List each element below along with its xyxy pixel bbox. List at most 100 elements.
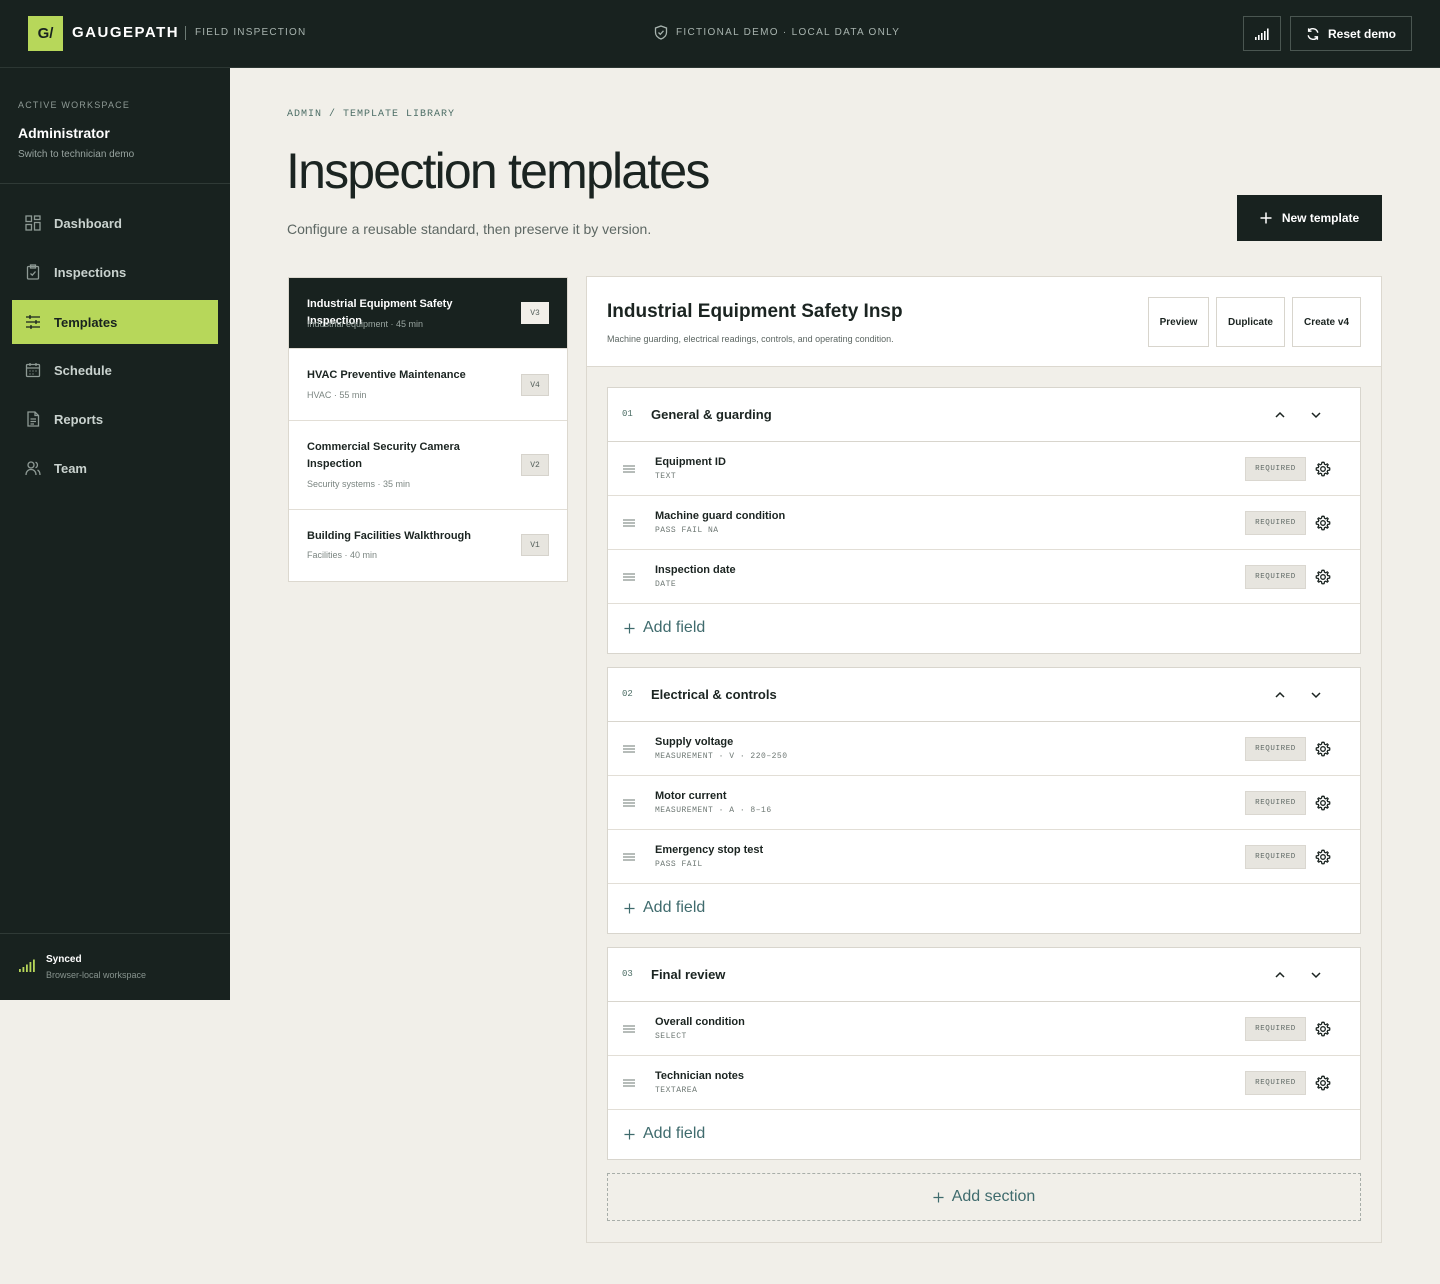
demo-notice-text: FICTIONAL DEMO · LOCAL DATA ONLY (676, 27, 901, 38)
chevron-up-icon[interactable] (1272, 687, 1288, 703)
sidebar-item-label: Inspections (54, 264, 127, 280)
template-meta: Security systems · 35 min (307, 479, 411, 489)
gear-icon[interactable] (1315, 515, 1331, 531)
template-item-hvac[interactable]: HVAC Preventive Maintenance HVAC · 55 mi… (289, 349, 567, 421)
switch-workspace-link[interactable]: Switch to technician demo (18, 149, 134, 160)
sidebar: ACTIVE WORKSPACE Administrator Switch to… (0, 68, 230, 1000)
preview-button[interactable]: Preview (1148, 297, 1209, 347)
sidebar-item-team[interactable]: Team (12, 446, 218, 490)
version-badge: V1 (521, 534, 549, 556)
section-header: 02 Electrical & controls (608, 668, 1360, 722)
template-item-industrial[interactable]: Industrial Equipment Safety Inspection I… (289, 278, 567, 349)
new-template-button[interactable]: New template (1237, 195, 1382, 241)
template-meta: Facilities · 40 min (307, 550, 378, 560)
section-number: 03 (622, 969, 633, 979)
page-subtitle: Configure a reusable standard, then pres… (287, 221, 652, 237)
drag-handle-icon[interactable] (623, 743, 635, 755)
sidebar-footer-divider (0, 933, 230, 934)
section-header: 03 Final review (608, 948, 1360, 1002)
add-field-button[interactable]: Add field (608, 1110, 1360, 1158)
page-title: Inspection templates (286, 143, 710, 199)
section-general-guarding: 01 General & guarding Equipment ID TEXT … (607, 387, 1361, 654)
required-badge[interactable]: REQUIRED (1245, 737, 1306, 761)
logo: G/ (28, 16, 63, 51)
sidebar-item-label: Team (54, 460, 87, 476)
sidebar-item-inspections[interactable]: Inspections (12, 250, 218, 294)
version-badge: V4 (521, 374, 549, 396)
new-template-label: New template (1281, 211, 1360, 225)
duplicate-button[interactable]: Duplicate (1216, 297, 1285, 347)
template-item-building-facilities[interactable]: Building Facilities Walkthrough Faciliti… (289, 510, 567, 581)
field-row[interactable]: Supply voltage MEASUREMENT · V · 220–250… (608, 722, 1360, 776)
add-field-button[interactable]: Add field (608, 884, 1360, 932)
section-title[interactable]: Electrical & controls (651, 687, 777, 702)
section-title[interactable]: Final review (651, 967, 725, 982)
drag-handle-icon[interactable] (623, 517, 635, 529)
plus-icon (624, 1128, 635, 1140)
required-badge[interactable]: REQUIRED (1245, 791, 1306, 815)
field-row[interactable]: Inspection date DATE REQUIRED (608, 550, 1360, 604)
editor-title[interactable]: Industrial Equipment Safety Insp (607, 301, 927, 325)
gear-icon[interactable] (1315, 849, 1331, 865)
sidebar-item-dashboard[interactable]: Dashboard (12, 201, 218, 245)
field-name: Inspection date (655, 564, 736, 576)
add-field-button[interactable]: Add field (608, 604, 1360, 652)
drag-handle-icon[interactable] (623, 797, 635, 809)
gear-icon[interactable] (1315, 1021, 1331, 1037)
required-badge[interactable]: REQUIRED (1245, 511, 1306, 535)
calendar-icon (25, 363, 41, 378)
chevron-down-icon[interactable] (1308, 687, 1324, 703)
version-badge: V3 (521, 302, 549, 324)
sidebar-item-templates[interactable]: Templates (12, 300, 218, 344)
section-title[interactable]: General & guarding (651, 407, 772, 422)
field-name: Technician notes (655, 1070, 745, 1082)
field-row[interactable]: Technician notes TEXTAREA REQUIRED (608, 1056, 1360, 1110)
field-row[interactable]: Equipment ID TEXT REQUIRED (608, 442, 1360, 496)
chevron-down-icon[interactable] (1308, 407, 1324, 423)
field-type: MEASUREMENT · A · 8–16 (655, 806, 772, 815)
drag-handle-icon[interactable] (623, 1077, 635, 1089)
field-row[interactable]: Machine guard condition PASS FAIL NA REQ… (608, 496, 1360, 550)
gear-icon[interactable] (1315, 1075, 1331, 1091)
drag-handle-icon[interactable] (623, 463, 635, 475)
drag-handle-icon[interactable] (623, 851, 635, 863)
required-badge[interactable]: REQUIRED (1245, 1071, 1306, 1095)
field-row[interactable]: Emergency stop test PASS FAIL REQUIRED (608, 830, 1360, 884)
chevron-up-icon[interactable] (1272, 407, 1288, 423)
demo-notice: FICTIONAL DEMO · LOCAL DATA ONLY (654, 25, 900, 40)
field-row[interactable]: Overall condition SELECT REQUIRED (608, 1002, 1360, 1056)
drag-handle-icon[interactable] (623, 571, 635, 583)
sidebar-item-reports[interactable]: Reports (12, 397, 218, 441)
create-version-button[interactable]: Create v4 (1292, 297, 1361, 347)
field-type: PASS FAIL (655, 860, 703, 869)
gear-icon[interactable] (1315, 569, 1331, 585)
reset-demo-button[interactable]: Reset demo (1290, 16, 1412, 51)
section-number: 01 (622, 409, 633, 419)
required-badge[interactable]: REQUIRED (1245, 457, 1306, 481)
field-name: Motor current (655, 790, 727, 802)
field-name: Machine guard condition (655, 510, 786, 522)
template-name: HVAC Preventive Maintenance (307, 369, 466, 381)
add-field-label: Add field (643, 1125, 706, 1142)
chevron-down-icon[interactable] (1308, 967, 1324, 983)
gear-icon[interactable] (1315, 461, 1331, 477)
sidebar-item-schedule[interactable]: Schedule (12, 348, 218, 392)
add-section-button[interactable]: Add section (607, 1173, 1361, 1221)
template-meta: HVAC · 55 min (307, 390, 367, 400)
sidebar-item-label: Reports (54, 411, 104, 427)
template-item-security-camera[interactable]: Commercial Security Camera Inspection Se… (289, 421, 567, 510)
connection-status-button[interactable] (1243, 16, 1281, 51)
gear-icon[interactable] (1315, 795, 1331, 811)
gear-icon[interactable] (1315, 741, 1331, 757)
document-icon (27, 411, 40, 427)
field-name: Equipment ID (655, 456, 726, 468)
chevron-up-icon[interactable] (1272, 967, 1288, 983)
required-badge[interactable]: REQUIRED (1245, 565, 1306, 589)
plus-icon (1260, 212, 1272, 224)
required-badge[interactable]: REQUIRED (1245, 1017, 1306, 1041)
required-badge[interactable]: REQUIRED (1245, 845, 1306, 869)
drag-handle-icon[interactable] (623, 1023, 635, 1035)
field-row[interactable]: Motor current MEASUREMENT · A · 8–16 REQ… (608, 776, 1360, 830)
field-type: SELECT (655, 1032, 687, 1041)
breadcrumb: ADMIN / TEMPLATE LIBRARY (287, 109, 456, 120)
